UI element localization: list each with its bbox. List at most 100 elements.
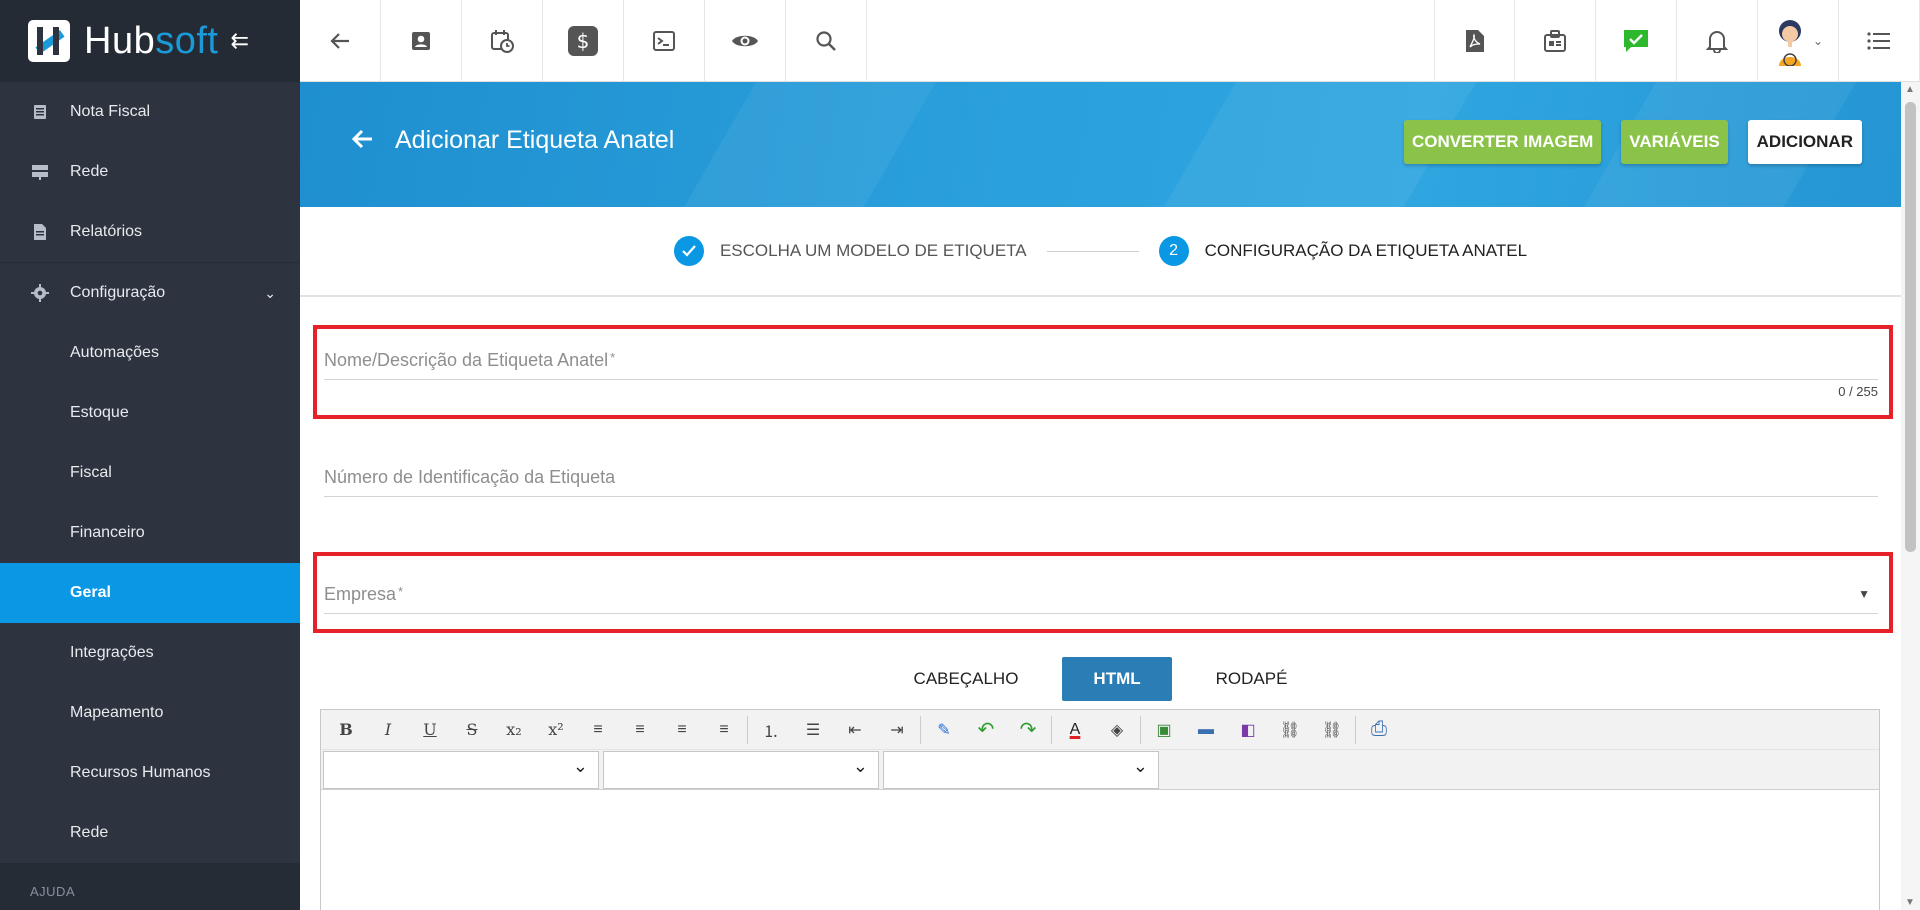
superscript-icon[interactable]: x² (535, 714, 577, 746)
sidebar-item-label: Fiscal (70, 464, 112, 481)
step-configuration[interactable]: 2 CONFIGURAÇÃO DA ETIQUETA ANATEL (1158, 236, 1528, 266)
font-family-select[interactable] (603, 750, 879, 789)
scroll-down-icon[interactable]: ▼ (1905, 897, 1915, 908)
sidebar-subitem-geral[interactable]: Geral (0, 563, 300, 623)
sidebar-subitem-financeiro[interactable]: Financeiro (0, 503, 300, 563)
align-right-icon[interactable]: ≡ (661, 714, 703, 746)
step-choose-model[interactable]: ESCOLHA UM MODELO DE ETIQUETA (673, 236, 1027, 266)
format-select[interactable] (323, 750, 599, 789)
sidebar-subitem-estoque[interactable]: Estoque (0, 383, 300, 443)
contact-card-icon[interactable] (381, 0, 462, 82)
sidebar-subitem-integracoes[interactable]: Integrações (0, 623, 300, 683)
char-counter: 0 / 255 (1838, 384, 1878, 399)
sidebar-item-label: Automações (70, 344, 159, 361)
editor-toolbar: B I U S x₂ x² ≡ ≡ ≡ ≡ ⒈ ☰ ⇤ ⇥ ✎ ↶ ↷ A ◈ … (321, 710, 1879, 750)
sidebar-item-relatorios[interactable]: Relatórios (0, 202, 300, 262)
sidebar-item-nota-fiscal[interactable]: Nota Fiscal (0, 82, 300, 142)
top-bar: $ ⌄ (300, 0, 1920, 82)
variables-button[interactable]: VARIÁVEIS (1621, 120, 1728, 164)
sidebar-subitem-rede[interactable]: Rede (0, 803, 300, 863)
print-icon[interactable]: ⎙ (1358, 714, 1400, 746)
align-center-icon[interactable]: ≡ (619, 714, 661, 746)
align-left-icon[interactable]: ≡ (577, 714, 619, 746)
avatar[interactable]: ⌄ (1758, 0, 1839, 82)
ordered-list-icon[interactable]: ⒈ (750, 714, 792, 746)
unordered-list-icon[interactable]: ☰ (792, 714, 834, 746)
sidebar-item-label: Rede (70, 824, 109, 841)
collapse-left-icon[interactable]: ⇇ (230, 28, 248, 54)
clean-format-icon[interactable]: ✎ (923, 714, 965, 746)
pdf-icon[interactable] (1434, 0, 1515, 82)
html-editor: B I U S x₂ x² ≡ ≡ ≡ ≡ ⒈ ☰ ⇤ ⇥ ✎ ↶ ↷ A ◈ … (320, 709, 1880, 910)
server-icon (30, 162, 50, 182)
add-button[interactable]: ADICIONAR (1747, 120, 1862, 164)
unlink-icon[interactable]: ⛓ (1311, 714, 1353, 746)
horizontal-rule-icon[interactable]: ▬ (1185, 714, 1227, 746)
font-size-select[interactable] (883, 750, 1159, 789)
image-icon[interactable]: ▣ (1143, 714, 1185, 746)
svg-text:$: $ (577, 29, 590, 53)
company-select[interactable]: Empresa * ▼ (324, 584, 1878, 624)
step-label: CONFIGURAÇÃO DA ETIQUETA ANATEL (1204, 241, 1528, 260)
page-header: Adicionar Etiqueta Anatel CONVERTER IMAG… (300, 82, 1901, 207)
step-connector (1046, 250, 1139, 252)
justify-icon[interactable]: ≡ (703, 714, 745, 746)
scroll-up-icon[interactable]: ▲ (1905, 84, 1915, 95)
sidebar-item-label: Estoque (70, 404, 129, 421)
dollar-icon[interactable]: $ (543, 0, 624, 82)
terminal-icon[interactable] (624, 0, 705, 82)
bold-icon[interactable]: B (325, 714, 367, 746)
italic-icon[interactable]: I (367, 714, 409, 746)
step-number: 2 (1158, 236, 1189, 266)
tab-rodape[interactable]: RODAPÉ (1192, 657, 1312, 701)
back-arrow-icon[interactable] (350, 126, 376, 159)
toolbar-separator (747, 715, 748, 744)
badge-icon[interactable] (1515, 0, 1596, 82)
toolbar-separator (1140, 715, 1141, 744)
page-scrollbar[interactable]: ▲ ▼ (1901, 82, 1920, 910)
highlight-icon[interactable]: ◈ (1096, 714, 1138, 746)
subscript-icon[interactable]: x₂ (493, 714, 535, 746)
strikethrough-icon[interactable]: S (451, 714, 493, 746)
brand-logo[interactable]: Hubsoft ⇇ (0, 0, 300, 82)
toolbar-separator (920, 715, 921, 744)
brand-name: Hubsoft (84, 19, 219, 62)
sidebar-subitem-fiscal[interactable]: Fiscal (0, 443, 300, 503)
sidebar-subitem-recursos-humanos[interactable]: Recursos Humanos (0, 743, 300, 803)
undo-icon[interactable]: ↶ (965, 714, 1007, 746)
back-arrow-icon[interactable] (300, 0, 381, 82)
sidebar-item-configuracao[interactable]: Configuração ⌄ (0, 263, 300, 323)
name-field[interactable]: Nome/Descrição da Etiqueta Anatel * 0 / 2… (324, 350, 1878, 410)
chat-check-icon[interactable] (1596, 0, 1677, 82)
bell-icon[interactable] (1677, 0, 1758, 82)
banner-decoration (683, 82, 937, 207)
indent-icon[interactable]: ⇥ (876, 714, 918, 746)
link-icon[interactable]: ⛓ (1269, 714, 1311, 746)
chevron-down-icon: ⌄ (264, 284, 276, 301)
redo-icon[interactable]: ↷ (1007, 714, 1049, 746)
calendar-clock-icon[interactable] (462, 0, 543, 82)
outdent-icon[interactable]: ⇤ (834, 714, 876, 746)
sidebar-subitem-mapeamento[interactable]: Mapeamento (0, 683, 300, 743)
id-number-field[interactable]: Número de Identificação da Etiqueta (324, 467, 1878, 507)
tab-cabecalho[interactable]: CABEÇALHO (890, 657, 1043, 701)
sidebar-item-rede[interactable]: Rede (0, 142, 300, 202)
scrollbar-thumb[interactable] (1905, 102, 1916, 552)
gear-icon (30, 283, 50, 303)
check-icon (673, 236, 704, 266)
text-color-icon[interactable]: A (1054, 714, 1096, 746)
editor-content-area[interactable] (321, 790, 1879, 910)
underline-icon[interactable]: U (409, 714, 451, 746)
sidebar-item-label: Mapeamento (70, 704, 164, 721)
tab-html[interactable]: HTML (1062, 657, 1172, 701)
field-underline (324, 379, 1878, 380)
toolbar-separator (1051, 715, 1052, 744)
search-icon[interactable] (786, 0, 867, 82)
table-icon[interactable]: ◧ (1227, 714, 1269, 746)
eye-icon[interactable] (705, 0, 786, 82)
sidebar-subitem-automacoes[interactable]: Automações (0, 323, 300, 383)
sidebar-item-label: Configuração (70, 284, 166, 301)
list-icon[interactable] (1839, 0, 1920, 82)
convert-image-button[interactable]: CONVERTER IMAGEM (1403, 120, 1602, 164)
